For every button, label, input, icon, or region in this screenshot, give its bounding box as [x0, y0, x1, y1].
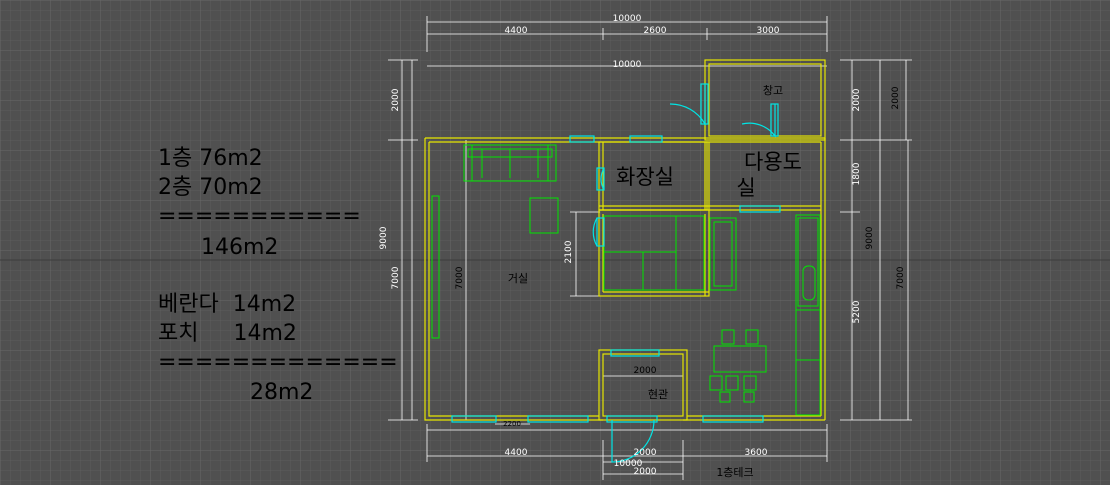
- room-label-utility-2: 실: [736, 176, 755, 200]
- dim-bottom-left: 4400: [505, 448, 528, 458]
- area-floor2: 2층 70m2: [158, 175, 263, 200]
- area-subtotal-2: 28m2: [250, 380, 314, 405]
- dim-deck-width: 2000: [634, 467, 657, 477]
- dim-left-total: 9000: [379, 226, 389, 249]
- room-label-storage: 창고: [763, 84, 783, 97]
- dim-left-lower: 7000: [391, 266, 401, 289]
- area-floor1: 1층 76m2: [158, 146, 263, 171]
- dim-right-lower: 5200: [852, 300, 862, 323]
- dim-right-upper: 2000: [852, 88, 862, 111]
- area-separator-2: =============: [158, 350, 398, 375]
- room-label-deck: 1층테크: [716, 466, 753, 479]
- dim-right-upper-outer: 2000: [891, 86, 901, 109]
- dim-bottom-right: 3600: [745, 448, 768, 458]
- dim-entrance-width: 2000: [634, 366, 657, 376]
- dim-living-height: 7000: [455, 266, 465, 289]
- grid: [0, 0, 1110, 485]
- dim-right-mid: 1800: [852, 162, 862, 185]
- dim-top-right: 3000: [757, 26, 780, 36]
- dim-top-total: 10000: [613, 14, 642, 24]
- dim-bottom-mid: 2000: [634, 448, 657, 458]
- room-label-living: 거실: [508, 272, 528, 285]
- area-veranda: 베란다 14m2: [158, 292, 297, 317]
- dim-inner-top-total: 10000: [613, 60, 642, 70]
- floor-plan-canvas[interactable]: 10000 4400 2600 3000 10000 2000 9000 700…: [0, 0, 1110, 485]
- room-label-utility-1: 다용도: [744, 150, 802, 174]
- room-label-bathroom: 화장실: [616, 165, 674, 189]
- dim-left-upper: 2000: [391, 88, 401, 111]
- area-separator-1: ===========: [158, 204, 361, 229]
- dim-bath-block-height: 2100: [564, 240, 574, 263]
- dim-top-left: 4400: [505, 26, 528, 36]
- dim-top-mid: 2600: [644, 26, 667, 36]
- dim-right-total: 9000: [865, 226, 875, 249]
- area-subtotal-1: 146m2: [201, 235, 279, 260]
- dim-bottom-small: 2200: [503, 420, 521, 428]
- room-label-entrance: 현관: [648, 388, 668, 401]
- dim-right-lower-outer: 7000: [896, 266, 906, 289]
- area-porch: 포치 14m2: [158, 321, 297, 346]
